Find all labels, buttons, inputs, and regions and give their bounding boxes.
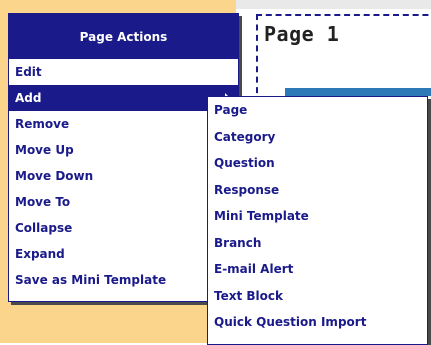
submenu-item-page[interactable]: Page	[208, 97, 427, 124]
menu-item-label: Expand	[15, 247, 65, 261]
submenu-item-label: Question	[214, 156, 275, 170]
page-title: Page 1	[264, 22, 340, 46]
submenu-item-mini-template[interactable]: Mini Template	[208, 203, 427, 230]
menu-item-expand[interactable]: Expand	[9, 241, 238, 267]
menu-item-move-up[interactable]: Move Up	[9, 137, 238, 163]
submenu-item-label: Branch	[214, 235, 262, 250]
menu-header: Page Actions	[9, 14, 238, 59]
menu-item-label: Add	[15, 91, 42, 105]
menu-item-save-as-mini-template[interactable]: Save as Mini Template	[9, 267, 238, 293]
submenu-item-response[interactable]: Response	[208, 177, 427, 204]
menu-item-edit[interactable]: Edit	[9, 59, 238, 85]
menu-item-label: Save as Mini Template	[15, 273, 167, 287]
submenu-item-question[interactable]: Question	[208, 150, 427, 177]
submenu-item-quick-question-import[interactable]: Quick Question Import	[208, 309, 427, 336]
add-submenu: Page Category Question Response Mini Tem…	[207, 96, 428, 345]
submenu-item-label: Mini Template	[214, 209, 309, 223]
content-strip	[285, 88, 431, 96]
submenu-item-branch[interactable]: Branch	[208, 230, 427, 257]
menu-item-label: Collapse	[15, 221, 73, 235]
menu-item-label: Remove	[15, 117, 70, 131]
menu-item-label: Edit	[15, 65, 42, 79]
submenu-item-label: Page	[214, 103, 248, 117]
submenu-item-text-block[interactable]: Text Block	[208, 283, 427, 310]
menu-item-remove[interactable]: Remove	[9, 111, 238, 137]
submenu-item-label: Category	[214, 129, 276, 144]
menu-item-collapse[interactable]: Collapse	[9, 215, 238, 241]
app-canvas: Page 1 Page Actions Edit Add Remove Move…	[0, 0, 431, 345]
menu-item-move-down[interactable]: Move Down	[9, 163, 238, 189]
submenu-item-label: Quick Question Import	[214, 315, 367, 329]
submenu-item-label: E-mail Alert	[214, 262, 294, 276]
menu-item-label: Move Down	[15, 169, 94, 183]
menu-item-label: Move Up	[15, 143, 74, 157]
top-gray-band	[236, 0, 431, 9]
submenu-item-category[interactable]: Category	[208, 124, 427, 151]
page-actions-menu: Page Actions Edit Add Remove Move Up Mov…	[8, 13, 239, 302]
menu-item-add[interactable]: Add	[9, 85, 238, 111]
menu-item-move-to[interactable]: Move To	[9, 189, 238, 215]
menu-item-label: Move To	[15, 195, 71, 209]
submenu-item-label: Text Block	[214, 288, 283, 303]
submenu-item-email-alert[interactable]: E-mail Alert	[208, 256, 427, 283]
submenu-item-label: Response	[214, 182, 280, 197]
